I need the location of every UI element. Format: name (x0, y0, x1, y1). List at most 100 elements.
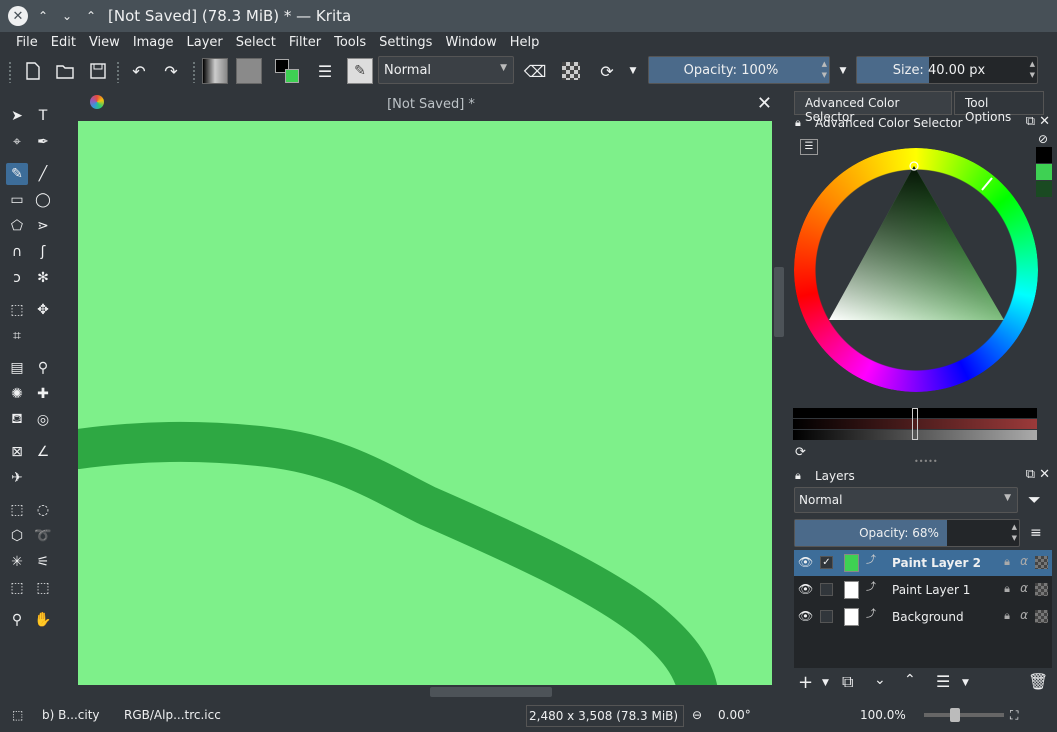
colorize-mask-icon[interactable]: ✺ (6, 383, 28, 405)
zoom-tool-icon[interactable]: ⚲ (6, 609, 28, 631)
inherit-alpha-icon[interactable] (1035, 610, 1048, 623)
select-shapes-icon[interactable]: ➤ (6, 105, 28, 127)
brush-opacity-slider[interactable]: Opacity: 100% ▲ ▼ (648, 56, 830, 84)
window-maximize-button[interactable]: ⌃ (82, 7, 100, 25)
transform-tool-icon[interactable]: ⬚ (6, 299, 28, 321)
document-tab[interactable]: [Not Saved] * ✕ (76, 89, 786, 119)
layer-row[interactable]: 👁︎ ✓ ⤴ Paint Layer 2 🔒︎ α (794, 550, 1052, 576)
similar-color-selection-icon[interactable]: ⚟ (32, 551, 54, 573)
vertical-scrollbar[interactable] (772, 121, 786, 685)
toolbar-grip[interactable] (116, 61, 120, 83)
selection-icon[interactable]: ⬚ (12, 708, 23, 722)
chevron-down-icon[interactable]: ▼ (836, 59, 850, 83)
fill-enclosed-icon[interactable]: ◎ (32, 409, 54, 431)
lock-icon[interactable]: 🔒︎ (1004, 609, 1010, 623)
brush-preset-icon[interactable]: ✎ (346, 58, 374, 84)
spin-buttons-icon[interactable]: ▲ ▼ (822, 59, 827, 81)
visibility-eye-icon[interactable]: 👁︎ (798, 609, 813, 623)
menu-image[interactable]: Image (133, 35, 174, 50)
calligraphy-icon[interactable]: ✒ (32, 131, 54, 153)
window-close-button[interactable]: ✕ (8, 6, 28, 26)
freehand-brush-icon[interactable]: ✎ (6, 163, 28, 185)
measure-tool-icon[interactable]: ∠ (32, 441, 54, 463)
inherit-alpha-icon[interactable] (1035, 583, 1048, 596)
polygonal-selection-icon[interactable]: ⬡ (6, 525, 28, 547)
float-close-icon[interactable]: ⧉ ✕ (1026, 467, 1050, 482)
reload-preset-icon[interactable]: ⟳ (596, 59, 618, 83)
visibility-eye-icon[interactable]: 👁︎ (798, 555, 813, 569)
window-minimize-button[interactable]: ⌃ (34, 7, 52, 25)
lock-icon[interactable]: 🔒︎ (795, 116, 801, 130)
float-close-icon[interactable]: ⧉ ✕ (1026, 114, 1050, 129)
save-icon[interactable] (87, 59, 109, 83)
magnetic-selection-icon[interactable]: ⬚ (32, 577, 54, 599)
menu-layer[interactable]: Layer (187, 35, 223, 50)
multibrush-icon[interactable]: ✻ (32, 267, 54, 289)
edit-shapes-icon[interactable]: ⌖ (6, 131, 28, 153)
brush-blend-mode-select[interactable]: Normal ▼ (378, 56, 514, 84)
vertical-scroll-thumb[interactable] (774, 267, 784, 337)
horizontal-scrollbar[interactable] (78, 685, 772, 699)
refresh-icon[interactable]: ⟳ (795, 445, 806, 460)
new-document-icon[interactable] (22, 59, 44, 83)
text-tool-icon[interactable]: T (32, 105, 54, 127)
freehand-selection-icon[interactable]: ➰ (32, 525, 54, 547)
foreground-background-color-icon[interactable] (272, 59, 302, 83)
layer-checkbox[interactable] (820, 583, 833, 596)
clear-history-icon[interactable]: ⊘ (1038, 132, 1048, 146)
horizontal-scroll-thumb[interactable] (430, 687, 552, 697)
layer-name[interactable]: Paint Layer 2 (892, 556, 981, 570)
duplicate-layer-icon[interactable]: ⧉ (842, 672, 853, 692)
open-folder-icon[interactable] (54, 59, 76, 83)
fill-bucket-icon[interactable]: ⛾ (6, 409, 28, 431)
chevron-down-icon[interactable]: ▼ (822, 678, 829, 688)
menu-select[interactable]: Select (236, 35, 276, 50)
layer-row[interactable]: 👁︎ ⤴ Paint Layer 1 🔒︎ α (794, 577, 1052, 603)
zoom-slider[interactable] (924, 708, 1004, 722)
color-wheel[interactable] (794, 148, 1038, 392)
line-tool-icon[interactable]: ╱ (32, 163, 54, 185)
layer-properties-icon[interactable]: ☰ (936, 672, 950, 691)
contiguous-selection-icon[interactable]: ✳ (6, 551, 28, 573)
elliptical-selection-icon[interactable]: ◌ (32, 499, 54, 521)
visibility-eye-icon[interactable]: 👁︎ (798, 582, 813, 596)
polygon-tool-icon[interactable]: ⬠ (6, 215, 28, 237)
rectangle-tool-icon[interactable]: ▭ (6, 189, 28, 211)
alpha-lock-icon[interactable]: α (1020, 554, 1028, 568)
tab-tool-options[interactable]: Tool Options (954, 91, 1044, 124)
undo-icon[interactable]: ↶ (128, 59, 150, 83)
tab-advanced-color-selector[interactable]: Advanced Color Selector (794, 91, 952, 124)
bezier-curve-icon[interactable]: ∩ (6, 241, 28, 263)
color-picker-icon[interactable]: ⚲ (32, 357, 54, 379)
brush-size-slider[interactable]: Size: 40.00 px ▲ ▼ (856, 56, 1038, 84)
menu-help[interactable]: Help (510, 35, 540, 50)
menu-edit[interactable]: Edit (51, 35, 76, 50)
gradient-picker-icon[interactable] (202, 58, 228, 84)
layer-row[interactable]: 👁︎ ⤴ Background 🔒︎ α (794, 604, 1052, 630)
add-layer-icon[interactable]: + (798, 672, 813, 693)
menu-view[interactable]: View (89, 35, 120, 50)
alpha-lock-icon[interactable]: α (1020, 581, 1028, 595)
spin-buttons-icon[interactable]: ▲ ▼ (1012, 522, 1017, 544)
layer-opacity-slider[interactable]: Opacity: 68% ▲ ▼ (794, 519, 1020, 547)
pan-tool-icon[interactable]: ✋ (32, 609, 54, 631)
polyline-tool-icon[interactable]: ⋗ (32, 215, 54, 237)
preserve-alpha-icon[interactable] (560, 59, 582, 83)
spin-buttons-icon[interactable]: ▲ ▼ (1030, 59, 1035, 81)
filter-icon[interactable]: ⏷ (1028, 490, 1041, 510)
lock-icon[interactable]: 🔒︎ (795, 469, 801, 483)
redo-icon[interactable]: ↷ (160, 59, 182, 83)
layer-name[interactable]: Paint Layer 1 (892, 583, 970, 597)
color-value-sliders[interactable] (793, 408, 1037, 440)
inherit-alpha-icon[interactable] (1035, 556, 1048, 569)
crop-tool-icon[interactable]: ⌗ (6, 325, 28, 347)
assistant-tool-icon[interactable]: ⊠ (6, 441, 28, 463)
menu-settings[interactable]: Settings (379, 35, 432, 50)
zoom-slider-knob[interactable] (950, 708, 960, 722)
fit-screen-icon[interactable]: ⛶ (1010, 708, 1018, 723)
layer-name[interactable]: Background (892, 610, 964, 624)
delete-layer-icon[interactable]: 🗑︎ (1028, 672, 1048, 691)
lock-icon[interactable]: 🔒︎ (1004, 555, 1010, 569)
menu-window[interactable]: Window (445, 35, 496, 50)
color-history-swatch[interactable] (1036, 164, 1052, 180)
